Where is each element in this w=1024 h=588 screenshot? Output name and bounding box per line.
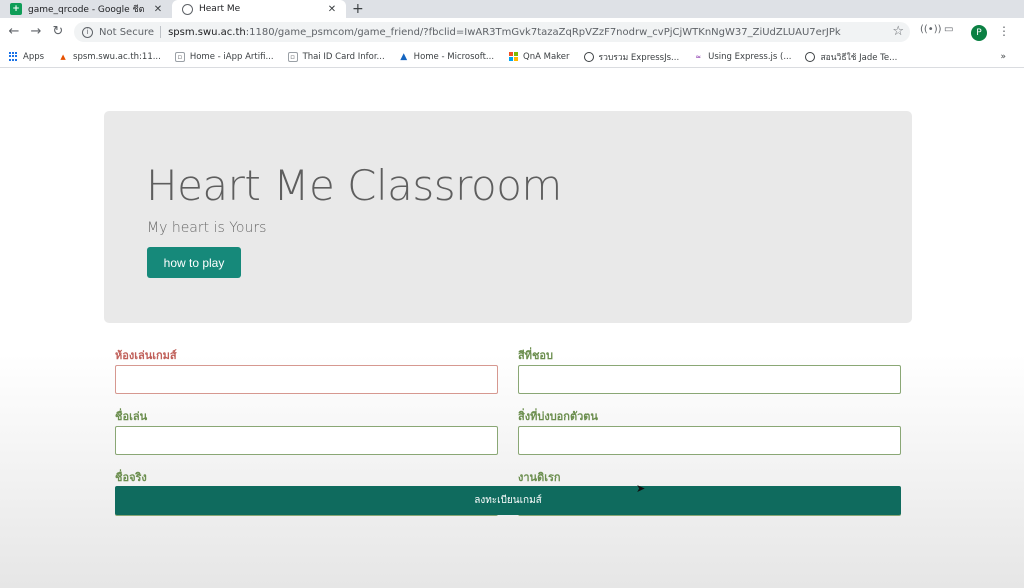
divider — [160, 26, 162, 38]
favorite-color-input[interactable] — [518, 365, 901, 394]
bookmark-microsoft-home[interactable]: ▲ Home - Microsoft... — [399, 52, 494, 62]
iapp-icon: ▫ — [174, 51, 185, 62]
tab-heart-me[interactable]: Heart Me ✕ — [172, 0, 346, 18]
iapp-icon: ▫ — [287, 51, 298, 62]
bookmark-jade[interactable]: สอนวิธีใช้ Jade Te... — [805, 50, 897, 64]
info-icon[interactable]: i — [82, 26, 93, 38]
menu-icon[interactable]: ⋮ — [998, 24, 1010, 38]
bookmark-label: Home - Microsoft... — [413, 51, 495, 62]
bookmark-qna-maker[interactable]: QnA Maker — [508, 51, 570, 62]
cast-icon[interactable]: ((•)) — [920, 24, 942, 35]
jumbotron: Heart Me Classroom My heart is Yours how… — [104, 111, 912, 323]
nickname-input[interactable] — [115, 426, 498, 455]
globe-icon — [182, 3, 193, 15]
microsoft-icon — [508, 51, 518, 62]
more-bookmarks-icon[interactable]: » — [1000, 52, 1006, 62]
tab-title: Heart Me — [199, 4, 241, 14]
sheets-icon: + — [10, 3, 22, 15]
bookmark-using-express[interactable]: ≈ Using Express.js (... — [693, 52, 791, 62]
mouse-cursor-icon: ➤ — [636, 482, 646, 495]
room-label: ห้องเล่นเกมส์ — [115, 349, 177, 362]
star-icon[interactable]: ☆ — [892, 24, 904, 39]
tab-strip: + game_qrcode - Google ชีต ✕ Heart Me ✕ … — [0, 0, 1024, 18]
bookmark-label: Apps — [23, 51, 45, 62]
browser-toolbar: ← → ↻ i Not Secure spsm.swu.ac.th:1180/g… — [0, 18, 1024, 46]
close-icon[interactable]: ✕ — [152, 4, 164, 15]
bookmark-label: spsm.swu.ac.th:11... — [73, 51, 161, 62]
bookmark-spsm[interactable]: ▲ spsm.swu.ac.th:11... — [58, 52, 161, 62]
how-to-play-button[interactable]: how to play — [147, 247, 241, 278]
bookmark-label: Using Express.js (... — [708, 51, 792, 62]
bookmark-label: สอนวิธีใช้ Jade Te... — [820, 52, 898, 63]
url-host: spsm.swu.ac.th — [168, 26, 246, 38]
new-tab-button[interactable]: + — [352, 0, 364, 18]
tab-title: game_qrcode - Google ชีต — [28, 5, 145, 15]
globe-icon — [583, 51, 594, 62]
bookmark-thai-id[interactable]: ▫ Thai ID Card Infor... — [287, 51, 385, 62]
azure-icon: ▲ — [400, 51, 408, 62]
forward-icon[interactable]: → — [28, 23, 44, 41]
bookmark-iapp-home[interactable]: ▫ Home - iApp Artifi... — [174, 51, 274, 62]
address-bar[interactable]: i Not Secure spsm.swu.ac.th:1180/game_ps… — [74, 22, 910, 42]
reload-icon[interactable]: ↻ — [50, 23, 66, 41]
real-name-label: ชื่อจริง — [115, 471, 147, 484]
close-icon[interactable]: ✕ — [326, 4, 338, 15]
identity-label: สิ่งที่บ่งบอกตัวตน — [518, 410, 598, 423]
room-input[interactable] — [115, 365, 498, 394]
back-icon[interactable]: ← — [6, 23, 22, 41]
wave-icon: ≈ — [695, 52, 702, 61]
nickname-label: ชื่อเล่น — [115, 410, 148, 423]
university-icon: ▲ — [60, 52, 66, 61]
globe-icon — [805, 51, 816, 62]
hobby-label: งานดิเรก — [518, 471, 561, 484]
page-subtitle: My heart is Yours — [147, 220, 267, 236]
security-status: Not Secure — [99, 26, 155, 38]
bookmarks-bar: Apps ▲ spsm.swu.ac.th:11... ▫ Home - iAp… — [0, 46, 1024, 68]
bookmark-label: รวบรวม ExpressJs... — [598, 52, 680, 63]
bookmark-apps[interactable]: Apps — [8, 52, 44, 62]
tab-game-qrcode[interactable]: + game_qrcode - Google ชีต ✕ — [0, 0, 172, 18]
url-path: :1180/game_psmcom/game_friend/?fbclid=Iw… — [245, 26, 841, 38]
bookmark-expressjs[interactable]: รวบรวม ExpressJs... — [583, 50, 680, 64]
bookmark-label: QnA Maker — [523, 51, 570, 62]
url-text[interactable]: spsm.swu.ac.th:1180/game_psmcom/game_fri… — [168, 27, 910, 38]
favorite-color-label: สีที่ชอบ — [518, 349, 554, 362]
avatar[interactable]: P — [971, 25, 987, 41]
bookmark-label: Home - iApp Artifi... — [189, 51, 274, 62]
apps-grid-icon — [8, 51, 18, 62]
identity-input[interactable] — [518, 426, 901, 455]
bookmark-label: Thai ID Card Infor... — [302, 51, 385, 62]
screen-icon[interactable]: ▭ — [944, 24, 953, 35]
register-button[interactable]: ลงทะเบียนเกมส์ — [115, 486, 901, 515]
page-title: Heart Me Classroom — [146, 161, 562, 210]
